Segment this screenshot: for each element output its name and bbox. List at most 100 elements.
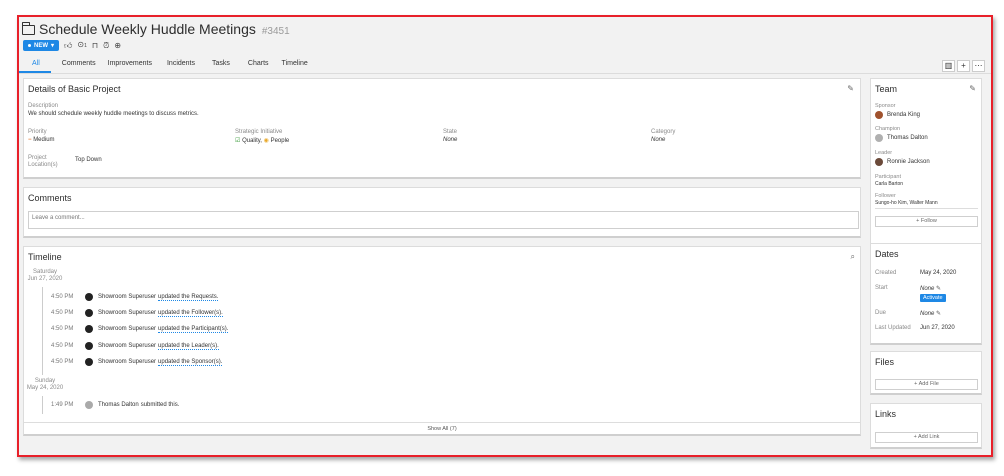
leader-name: Ronnie Jackson: [887, 159, 930, 165]
event-action-link[interactable]: updated the Participant(s).: [158, 326, 229, 333]
sponsor-name: Brenda King: [887, 112, 921, 118]
links-panel: Links + Add Link: [870, 403, 982, 449]
updated-label: Last Updated: [875, 325, 911, 331]
follow-label: Follow: [920, 218, 937, 224]
timeline-title: Timeline: [28, 252, 62, 262]
add-file-button[interactable]: + Add File: [875, 379, 978, 390]
user-icon: [85, 293, 93, 301]
event-user: Showroom Superuser: [98, 294, 157, 300]
check-count: 1: [84, 43, 87, 49]
edit-pencil-icon[interactable]: ✎: [936, 311, 941, 317]
follow-button[interactable]: + Follow: [875, 216, 978, 227]
avatar: [875, 111, 883, 119]
add-icon[interactable]: +: [957, 60, 970, 72]
chart-icon[interactable]: ▥: [942, 60, 955, 72]
initiative-quality: Quality,: [242, 138, 262, 144]
user-icon: [85, 309, 93, 317]
timeline-day: Saturday: [32, 269, 57, 275]
tab-charts[interactable]: Charts: [241, 57, 280, 73]
bookmark-icon[interactable]: ⊓: [92, 41, 98, 50]
timeline-event: 4:50 PM Showroom Superuser updated the L…: [51, 341, 219, 351]
timeline-panel: Timeline ⌕ Saturday Jun 27, 2020 4:50 PM…: [23, 246, 861, 436]
timeline-event: 4:50 PM Showroom Superuser updated the S…: [51, 357, 223, 367]
status-dropdown[interactable]: NEW ▾: [23, 40, 60, 51]
title-row: Schedule Weekly Huddle Meetings #3451: [21, 21, 290, 37]
app-window: Schedule Weekly Huddle Meetings #3451 NE…: [17, 15, 993, 457]
event-time: 4:50 PM: [51, 310, 74, 316]
event-user: Showroom Superuser: [98, 359, 157, 365]
add-link-button[interactable]: + Add Link: [875, 432, 978, 443]
team-panel: Team ✎ Sponsor Brenda King Champion Thom…: [870, 78, 982, 255]
avatar: [875, 158, 883, 166]
page-title: Schedule Weekly Huddle Meetings: [39, 21, 256, 37]
follower-label: Follower: [875, 193, 896, 199]
follower-names: Sungo-ho Kim, Walter Mann: [875, 200, 938, 206]
event-time: 4:50 PM: [51, 294, 74, 300]
created-value: May 24, 2020: [920, 270, 957, 276]
edit-pencil-icon[interactable]: ✎: [847, 84, 854, 93]
event-time: 4:50 PM: [51, 359, 74, 365]
zoom-icon[interactable]: ⊕: [114, 41, 121, 50]
search-icon[interactable]: ⌕: [851, 252, 855, 262]
tab-incidents[interactable]: Incidents: [163, 57, 206, 73]
activate-button[interactable]: Activate: [920, 294, 946, 302]
add-file-label: Add File: [918, 381, 939, 387]
timeline-event: 4:50 PM Showroom Superuser updated the F…: [51, 308, 223, 318]
dates-title: Dates: [875, 249, 899, 259]
thumbs-up-icon[interactable]: 👍︎: [64, 41, 72, 50]
check-circle-icon[interactable]: ⊙1: [77, 41, 86, 50]
timeline-event: 4:50 PM Showroom Superuser updated the R…: [51, 292, 219, 302]
tab-bar: All Comments Improvements Incidents Task…: [19, 57, 319, 73]
start-label: Start: [875, 285, 888, 291]
tab-tasks[interactable]: Tasks: [206, 57, 241, 73]
due-value: None ✎: [920, 310, 941, 317]
meta-row: NEW ▾ 👍︎ ⊙1 ⊓ ⏰︎ ⊕: [23, 40, 121, 51]
event-action-link[interactable]: updated the Leader(s).: [158, 343, 219, 350]
event-action-link[interactable]: updated the Requests.: [158, 294, 219, 301]
participant-label: Participant: [875, 174, 901, 180]
comment-input[interactable]: Leave a comment...: [28, 211, 859, 229]
tab-comments[interactable]: Comments: [51, 57, 107, 73]
event-action-link[interactable]: updated the Follower(s).: [158, 310, 223, 317]
dates-panel: Dates Created May 24, 2020 Start None ✎ …: [870, 243, 982, 345]
event-user: Showroom Superuser: [98, 343, 157, 349]
priority-label: Priority: [28, 129, 47, 135]
details-title: Details of Basic Project: [28, 84, 121, 94]
priority-value: − Medium: [28, 137, 55, 143]
champion-name: Thomas Dalton: [887, 135, 928, 141]
status-label: NEW: [34, 42, 48, 49]
toolbar-right: ▥ + ⋯: [942, 60, 985, 72]
initiative-value: ☑ Quality, ◉ People: [235, 137, 289, 144]
folder-icon: [21, 22, 35, 35]
initiative-people: People: [270, 138, 290, 144]
comments-panel: Comments Leave a comment...: [23, 187, 861, 238]
record-id: #3451: [261, 26, 290, 37]
timeline-date-header: Sunday May 24, 2020: [25, 378, 65, 392]
divider: [875, 208, 978, 209]
timeline-event: 4:50 PM Showroom Superuser updated the P…: [51, 324, 229, 334]
quality-icon: ☑: [235, 138, 241, 144]
tab-improvements[interactable]: Improvements: [107, 57, 163, 73]
edit-pencil-icon[interactable]: ✎: [969, 84, 976, 93]
timeline-line: [42, 287, 43, 375]
alarm-icon[interactable]: ⏰︎: [103, 41, 109, 50]
user-icon: [85, 325, 93, 333]
event-action-link[interactable]: updated the Sponsor(s).: [158, 359, 223, 366]
event-action: submitted this.: [140, 402, 180, 408]
plus-icon: +: [916, 218, 920, 224]
event-time: 4:50 PM: [51, 326, 74, 332]
timeline-date-header: Saturday Jun 27, 2020: [25, 269, 65, 283]
tab-all[interactable]: All: [19, 57, 51, 73]
people-icon: ◉: [263, 138, 269, 144]
updated-value: Jun 27, 2020: [920, 325, 955, 331]
edit-pencil-icon[interactable]: ✎: [936, 286, 941, 292]
category-value: None: [651, 137, 666, 143]
show-all-button[interactable]: Show All (7): [24, 422, 860, 434]
start-text: None: [920, 286, 935, 292]
tab-timeline[interactable]: Timeline: [280, 57, 319, 73]
description-label: Description: [28, 103, 59, 109]
event-time: 1:49 PM: [51, 402, 74, 408]
more-icon[interactable]: ⋯: [972, 60, 985, 72]
add-link-label: Add Link: [918, 434, 940, 440]
files-title: Files: [875, 357, 895, 367]
